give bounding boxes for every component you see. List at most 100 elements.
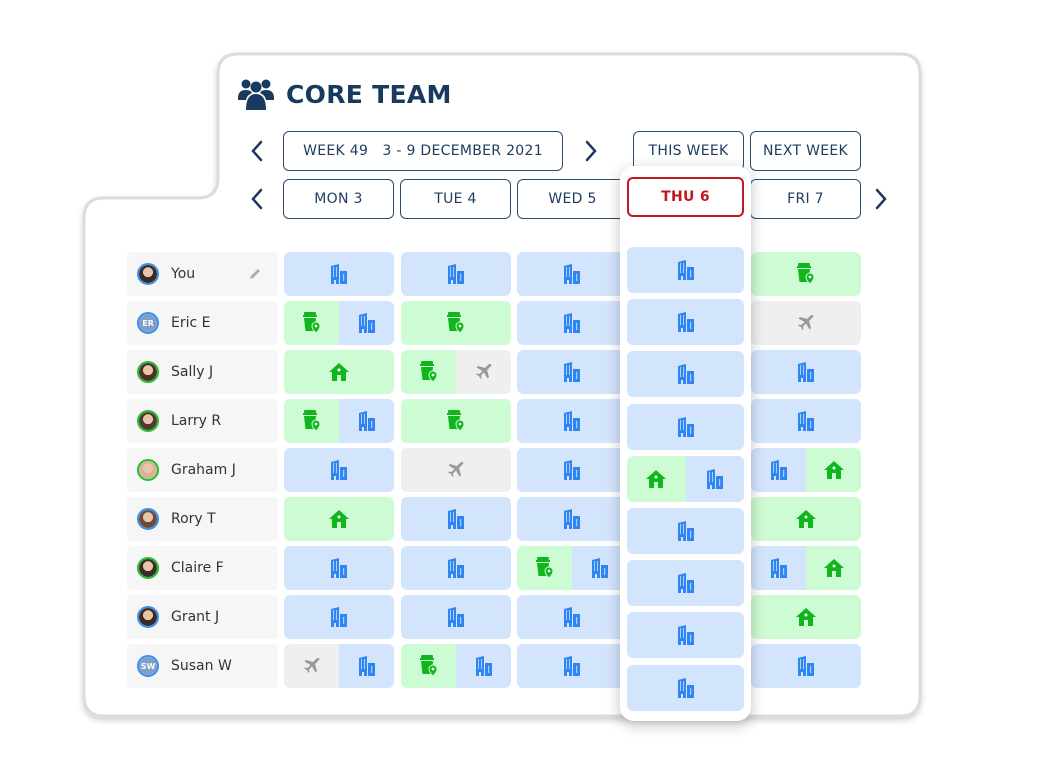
home-icon	[796, 510, 816, 528]
team-member-row[interactable]: Sally J	[127, 350, 278, 394]
schedule-cell-tue-4[interactable]	[401, 497, 511, 541]
avatar	[137, 410, 159, 432]
status-home	[284, 497, 394, 541]
status-office	[627, 351, 744, 398]
schedule-cell-wed-5[interactable]	[517, 448, 627, 492]
schedule-cell-thu-6[interactable]	[627, 403, 744, 450]
pencil-icon[interactable]	[248, 266, 262, 285]
schedule-cell-fri-7[interactable]	[751, 252, 861, 296]
coffee-location-icon	[447, 312, 465, 334]
schedule-cell-tue-4[interactable]	[401, 546, 511, 590]
avatar-photo	[139, 461, 157, 479]
schedule-cell-thu-6[interactable]	[627, 664, 744, 711]
this-week-button[interactable]: THIS WEEK	[633, 131, 744, 171]
building-icon	[563, 264, 581, 284]
schedule-cell-tue-4[interactable]	[401, 644, 511, 688]
schedule-cell-mon-3[interactable]	[284, 399, 394, 443]
schedule-cell-thu-6[interactable]	[627, 612, 744, 659]
schedule-cell-mon-3[interactable]	[284, 252, 394, 296]
status-travel	[284, 644, 339, 688]
schedule-cell-wed-5[interactable]	[517, 252, 627, 296]
schedule-cell-thu-6[interactable]	[627, 508, 744, 554]
schedule-cell-thu-6[interactable]	[627, 560, 744, 607]
schedule-cell-thu-6[interactable]	[627, 455, 744, 502]
schedule-cell-thu-6[interactable]	[627, 247, 744, 293]
schedule-cell-wed-5[interactable]	[517, 399, 627, 443]
schedule-cell-fri-7[interactable]	[751, 546, 861, 590]
status-office	[339, 301, 394, 345]
home-icon	[823, 461, 844, 479]
schedule-cell-fri-7[interactable]	[751, 448, 861, 492]
schedule-cell-wed-5[interactable]	[517, 350, 627, 394]
plane-icon	[797, 314, 815, 332]
day-tab-mon[interactable]: MON 3	[283, 179, 394, 219]
schedule-cell-tue-4[interactable]	[401, 595, 511, 639]
schedule-cell-tue-4[interactable]	[401, 252, 511, 296]
schedule-cell-thu-6[interactable]	[627, 299, 744, 346]
schedule-cell-tue-4[interactable]	[401, 301, 511, 345]
schedule-cell-wed-5[interactable]	[517, 497, 627, 541]
coffee-location-icon	[447, 410, 465, 432]
building-icon	[677, 416, 695, 437]
status-remote	[751, 252, 861, 296]
week-selector[interactable]: WEEK 49 3 - 9 DECEMBER 2021	[283, 131, 563, 171]
schedule-cell-tue-4[interactable]	[401, 448, 511, 492]
schedule-cell-wed-5[interactable]	[517, 595, 627, 639]
next-week-button[interactable]	[580, 138, 602, 164]
home-icon	[329, 363, 349, 381]
building-icon	[447, 558, 465, 578]
day-tab-tue[interactable]: TUE 4	[400, 179, 511, 219]
prev-days-button[interactable]	[246, 186, 268, 212]
schedule-cell-mon-3[interactable]	[284, 546, 394, 590]
building-icon	[358, 313, 376, 333]
member-name: Eric E	[171, 315, 211, 331]
status-office	[517, 497, 627, 541]
team-member-row[interactable]: Claire F	[127, 546, 278, 590]
coffee-location-icon	[535, 557, 554, 579]
building-icon	[330, 264, 348, 284]
schedule-cell-mon-3[interactable]	[284, 595, 394, 639]
status-remote	[401, 399, 511, 443]
member-name: Larry R	[171, 413, 222, 429]
day-tab-wed[interactable]: WED 5	[517, 179, 628, 219]
schedule-cell-fri-7[interactable]	[751, 497, 861, 541]
schedule-cell-thu-6[interactable]	[627, 351, 744, 398]
home-icon	[796, 608, 816, 626]
schedule-cell-wed-5[interactable]	[517, 546, 627, 590]
schedule-cell-mon-3[interactable]	[284, 350, 394, 394]
schedule-cell-mon-3[interactable]	[284, 448, 394, 492]
status-office	[339, 644, 394, 688]
schedule-cell-fri-7[interactable]	[751, 399, 861, 443]
team-member-row[interactable]: Rory T	[127, 497, 278, 541]
avatar	[137, 508, 159, 530]
day-tab-thu[interactable]: THU 6	[627, 177, 744, 217]
next-days-button[interactable]	[870, 186, 892, 212]
prev-week-button[interactable]	[246, 138, 268, 164]
schedule-cell-mon-3[interactable]	[284, 301, 394, 345]
schedule-cell-tue-4[interactable]	[401, 350, 511, 394]
schedule-cell-fri-7[interactable]	[751, 350, 861, 394]
next-week-shortcut-button[interactable]: NEXT WEEK	[750, 131, 861, 171]
team-member-row[interactable]: You	[127, 252, 278, 296]
team-member-row[interactable]: Graham J	[127, 448, 278, 492]
schedule-cell-wed-5[interactable]	[517, 301, 627, 345]
building-icon	[330, 558, 348, 578]
status-office	[627, 299, 744, 346]
schedule-cell-fri-7[interactable]	[751, 595, 861, 639]
schedule-cell-mon-3[interactable]	[284, 644, 394, 688]
status-office	[517, 399, 627, 443]
schedule-cell-fri-7[interactable]	[751, 301, 861, 345]
schedule-cell-mon-3[interactable]	[284, 497, 394, 541]
building-icon	[563, 460, 581, 480]
schedule-cell-tue-4[interactable]	[401, 399, 511, 443]
team-member-row[interactable]: ER Eric E	[127, 301, 278, 345]
team-member-row[interactable]: Larry R	[127, 399, 278, 443]
avatar-photo	[139, 559, 157, 577]
schedule-cell-fri-7[interactable]	[751, 644, 861, 688]
team-member-row[interactable]: Grant J	[127, 595, 278, 639]
building-icon	[330, 607, 348, 627]
schedule-cell-wed-5[interactable]	[517, 644, 627, 688]
team-member-row[interactable]: SW Susan W	[127, 644, 278, 688]
avatar	[137, 263, 159, 285]
day-tab-fri[interactable]: FRI 7	[750, 179, 861, 219]
